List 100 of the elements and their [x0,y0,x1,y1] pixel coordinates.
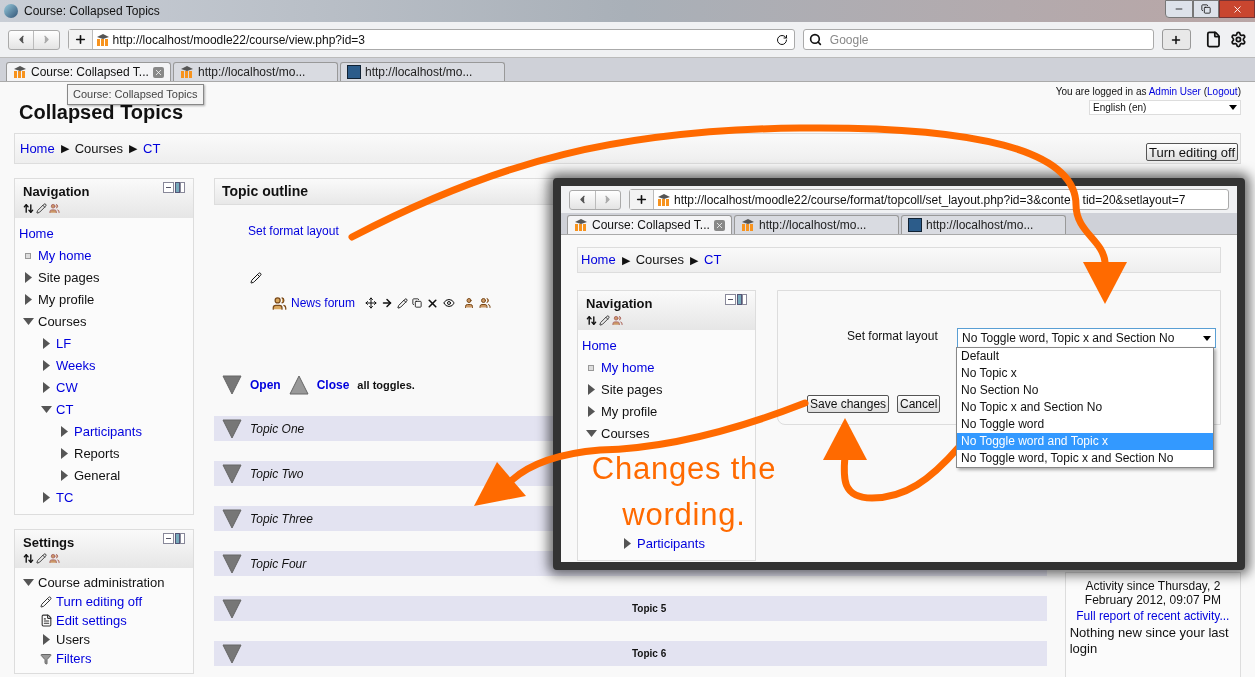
expand-arrow-icon[interactable] [60,470,68,481]
nav-item[interactable]: Courses [601,423,650,444]
nav-item[interactable]: Reports [74,443,120,464]
toggle-icon[interactable] [222,553,242,574]
nav-item[interactable]: Site pages [601,379,663,400]
close-icon[interactable] [1231,3,1243,15]
forum-link[interactable]: News forum [291,294,355,312]
toggle-icon[interactable] [222,643,242,664]
people-icon[interactable] [612,314,623,326]
toggle-icon[interactable] [222,598,242,619]
page-menu-icon[interactable] [1205,31,1223,48]
browser-tab[interactable]: http://localhost/mo... [340,62,505,81]
nav-link[interactable]: Home [582,335,617,356]
add-bookmark-icon[interactable] [73,33,87,46]
expand-arrow-icon[interactable] [587,384,595,395]
settings-icon[interactable] [1230,31,1247,48]
collapse-arrow-icon[interactable] [22,318,34,325]
dropdown-option[interactable]: No Toggle word, Topic x and Section No [957,450,1213,467]
move-block-icon[interactable] [23,553,34,564]
collapse-arrow-icon[interactable] [585,430,597,437]
cancel-button[interactable]: Cancel [897,395,941,413]
pencil-icon[interactable] [250,272,262,284]
nav-link[interactable]: My home [38,245,92,266]
collapse-all-icon[interactable] [288,375,309,395]
people-icon[interactable] [479,297,491,309]
expand-arrow-icon[interactable] [623,538,631,549]
duplicate-icon[interactable] [412,298,422,308]
nav-link[interactable]: Home [19,223,54,244]
nav-link[interactable]: TC [56,487,74,508]
nav-item[interactable]: Course administration [38,572,165,593]
browser-tab[interactable]: Course: Collapsed T... [6,62,171,81]
expand-arrow-icon[interactable] [42,634,50,645]
language-select[interactable]: English (en) [1089,100,1241,115]
pencil-icon[interactable] [397,297,408,309]
dock-icon[interactable] [163,182,185,193]
caret-icon[interactable] [1229,105,1237,110]
dock-icon[interactable] [725,294,747,305]
restore-button[interactable] [1193,0,1219,18]
indent-icon[interactable] [381,297,393,309]
save-changes-button[interactable]: Save changes [807,395,890,413]
nav-item[interactable]: General [74,465,121,486]
nav-link[interactable]: Filters [56,648,92,669]
toggle-icon[interactable] [222,463,242,484]
expand-arrow-icon[interactable] [60,448,68,459]
close-tab-icon[interactable] [153,66,164,78]
eye-icon[interactable] [443,297,455,309]
nav-link[interactable]: My home [601,357,655,378]
plus-icon[interactable] [1170,33,1183,46]
layout-select[interactable]: No Toggle word, Topic x and Section No [957,328,1216,348]
nav-link[interactable]: LF [56,333,72,354]
breadcrumb-link[interactable]: CT [143,138,161,159]
nav-link[interactable]: Weeks [56,355,96,376]
toggle-icon[interactable] [222,418,242,439]
dropdown-option[interactable]: No Topic x [957,365,1213,382]
minimize-button[interactable] [1165,0,1193,18]
breadcrumb-link[interactable]: CT [704,250,722,270]
move-block-icon[interactable] [586,314,597,326]
move-block-icon[interactable] [23,202,34,214]
breadcrumb-item[interactable]: Courses [635,250,685,270]
browser-tab[interactable]: Course: Collapsed T... [567,215,732,234]
restore-icon[interactable] [1201,4,1211,14]
topic-toggle-bar[interactable]: Topic 6 [214,641,1047,666]
nav-link[interactable]: CT [56,399,74,420]
address-field[interactable]: http://localhost/moodle22/course/format/topcoll/set_layout.php?id=3&conte tid=20&setlayout=7 [629,189,1229,210]
caret-icon[interactable] [1203,335,1211,341]
nav-link[interactable]: Participants [74,421,142,442]
nav-item[interactable]: Users [56,629,90,650]
browser-tab[interactable]: http://localhost/mo... [734,215,899,234]
dropdown-option[interactable]: No Toggle word [957,416,1213,433]
set-format-layout-link[interactable]: Set format layout [248,222,339,240]
dropdown-option[interactable]: No Section No [957,382,1213,399]
browser-tab[interactable]: http://localhost/mo... [173,62,338,81]
breadcrumb-item[interactable]: Courses [74,138,124,159]
reload-icon[interactable] [775,33,788,46]
expand-arrow-icon[interactable] [60,426,68,437]
search-field[interactable]: Google [802,29,1154,50]
collapse-arrow-icon[interactable] [22,579,34,586]
expand-arrow-icon[interactable] [42,492,50,503]
close-tab-icon[interactable] [714,219,725,231]
search-icon[interactable] [808,33,822,46]
toggle-icon[interactable] [222,375,242,395]
people-icon[interactable] [49,553,60,564]
logout-link[interactable]: Logout [1207,86,1238,97]
user-link[interactable]: Admin User [1148,86,1201,97]
expand-arrow-icon[interactable] [24,272,32,283]
people-icon[interactable] [49,202,60,214]
turn-editing-off-button[interactable]: Turn editing off [1146,143,1238,161]
toggle-icon[interactable] [222,508,242,529]
expand-arrow-icon[interactable] [587,406,595,417]
breadcrumb-link[interactable]: Home [581,250,616,270]
nav-link[interactable]: CW [56,377,78,398]
dock-icon[interactable] [163,532,185,544]
close-all-link[interactable]: Close [316,376,350,394]
nav-item[interactable]: My profile [601,401,658,422]
nav-link[interactable]: Participants [637,533,705,554]
collapse-arrow-icon[interactable] [40,406,52,413]
expand-arrow-icon[interactable] [24,294,32,305]
nav-item[interactable]: My profile [38,289,95,310]
toolbar-button[interactable] [1161,29,1192,50]
expand-arrow-icon[interactable] [42,382,50,393]
